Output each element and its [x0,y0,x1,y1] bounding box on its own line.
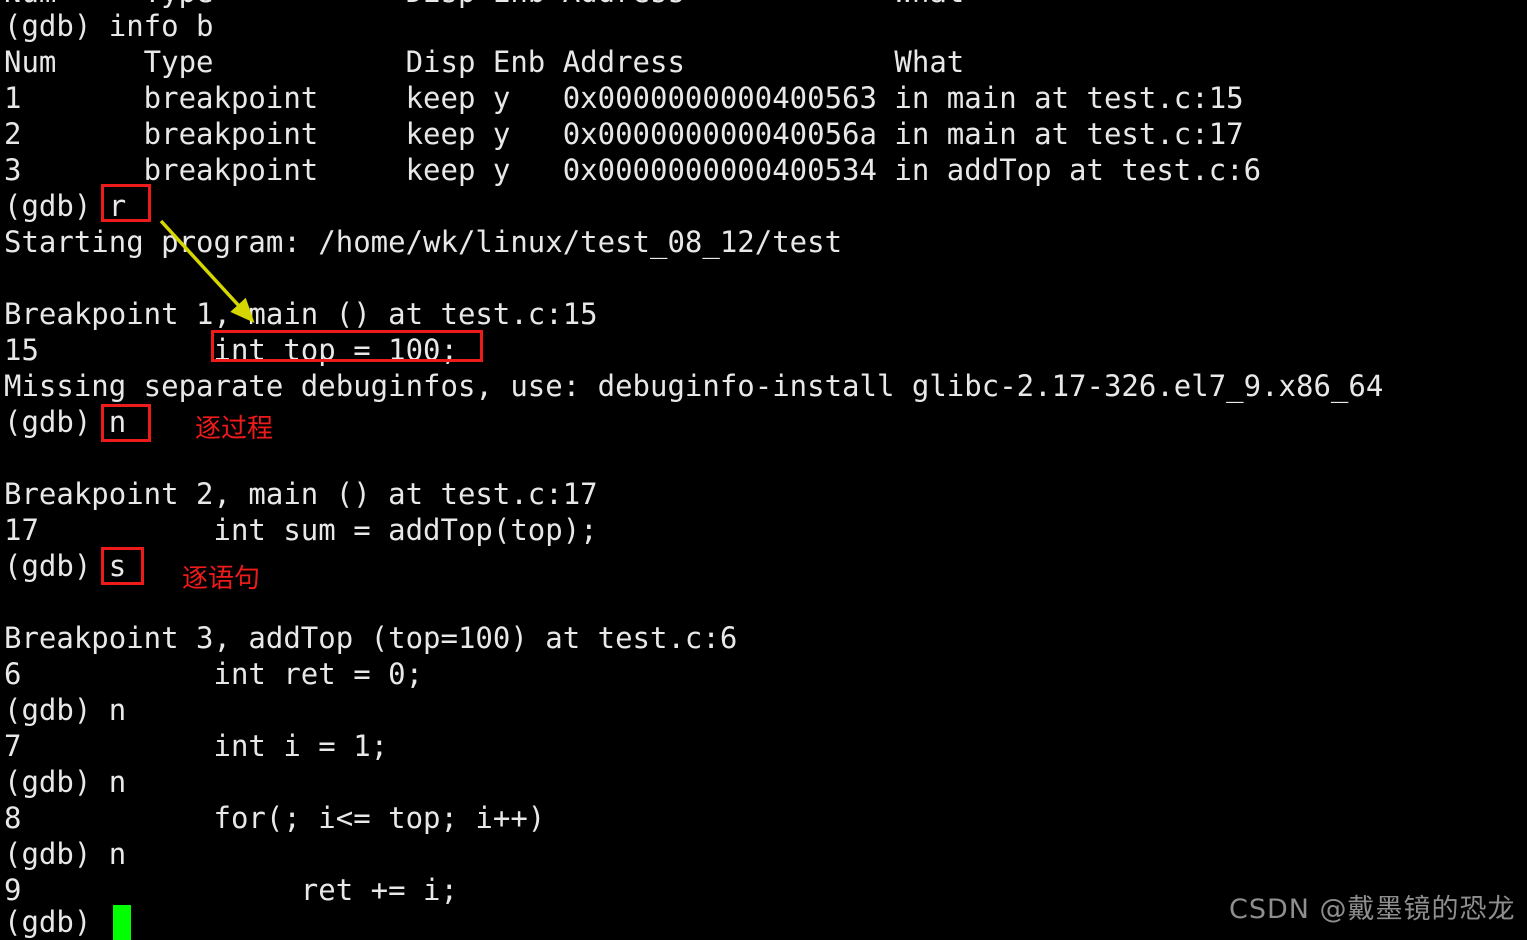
terminal-cursor [113,905,131,940]
terminal-line: Breakpoint 3, addTop (top=100) at test.c… [4,621,738,655]
terminal-line: (gdb) info b [4,9,214,43]
terminal-line: 7 int i = 1; [4,729,389,763]
terminal-line: Breakpoint 2, main () at test.c:17 [4,477,598,511]
terminal-line: Starting program: /home/wk/linux/test_08… [4,225,843,259]
terminal-line: (gdb) n [4,405,127,439]
terminal-line: 17 int sum = addTop(top); [4,513,598,547]
terminal-line: Missing separate debuginfos, use: debugi… [4,369,1384,403]
terminal-line: (gdb) s [4,549,127,583]
terminal-line: 6 int ret = 0; [4,657,424,691]
terminal-line: 3 breakpoint keep y 0x0000000000400534 i… [4,153,1262,187]
terminal-line: (gdb) n [4,693,127,727]
terminal-line: Breakpoint 1, main () at test.c:15 [4,297,598,331]
csdn-watermark: CSDN @戴墨镜的恐龙 [1229,894,1516,925]
terminal-line: 9 ret += i; [4,873,458,907]
step-into-label: 逐语句 [182,564,261,594]
terminal-line: Num Type Disp Enb Address What [4,45,965,79]
terminal-line: 1 breakpoint keep y 0x0000000000400563 i… [4,81,1244,115]
terminal-line: (gdb) n [4,765,127,799]
terminal-line: (gdb) n [4,837,127,871]
gdb-terminal[interactable]: Num Type Disp Enb Address What (gdb) inf… [0,0,1527,940]
terminal-line: (gdb) r [4,189,127,223]
terminal-line: (gdb) [4,905,92,939]
terminal-line: 2 breakpoint keep y 0x000000000040056a i… [4,117,1244,151]
step-over-label: 逐过程 [195,414,274,444]
terminal-line: 15 int top = 100; [4,333,458,367]
terminal-line: 8 for(; i<= top; i++) [4,801,546,835]
